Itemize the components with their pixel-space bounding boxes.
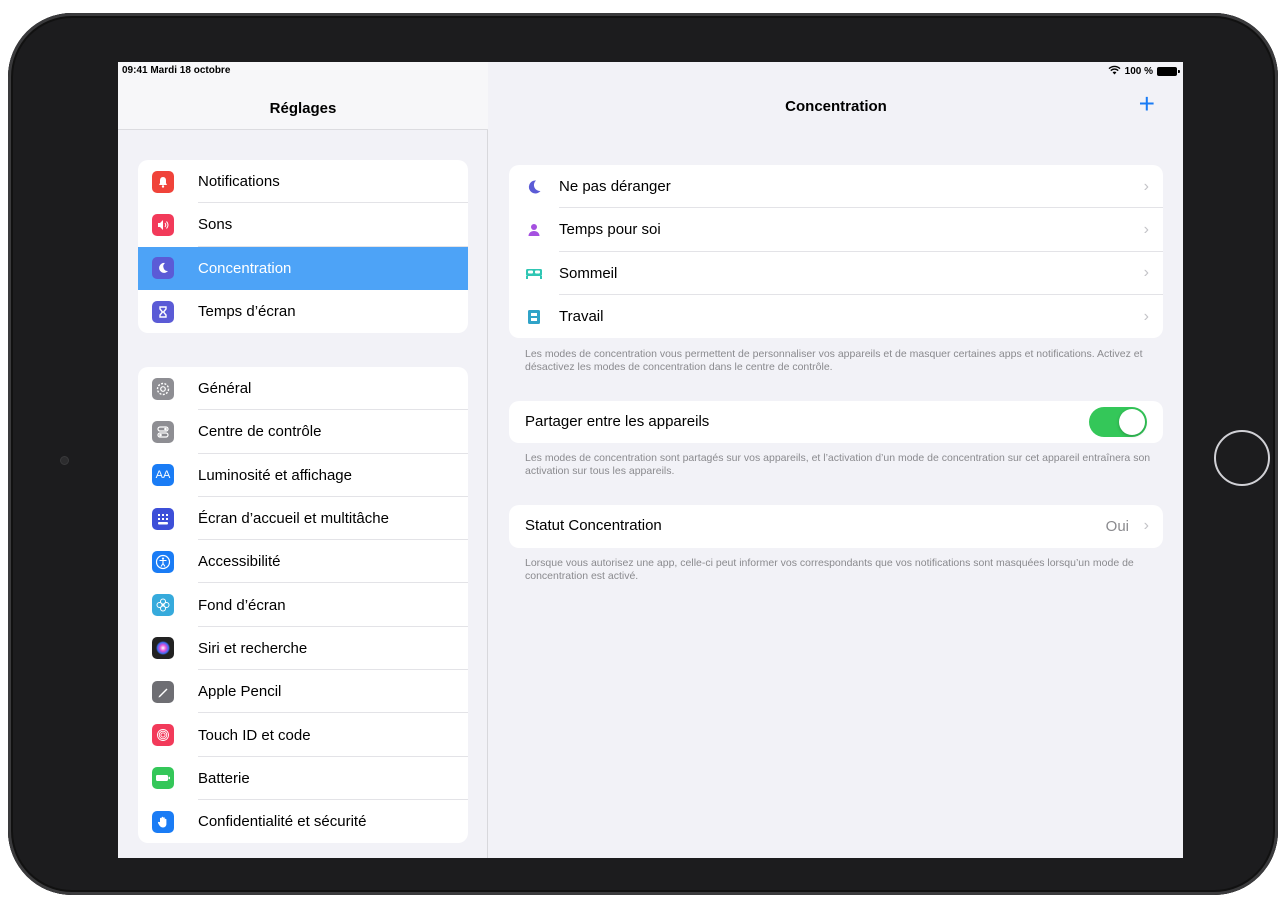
- chevron-right-icon: ›: [1143, 307, 1149, 325]
- share-across-devices-row: Partager entre les appareils: [509, 401, 1163, 443]
- gear-icon: [152, 377, 174, 400]
- toggle-knob: [1119, 409, 1145, 435]
- status-footnote: Lorsque vous autorisez une app, celle-ci…: [525, 557, 1134, 582]
- switches-icon: [152, 420, 174, 443]
- battery-setting-icon: [152, 767, 174, 790]
- sidebar-item-ecran-accueil[interactable]: Écran d’accueil et multitâche: [138, 497, 468, 541]
- page-title: Concentration: [785, 98, 887, 115]
- sidebar: 09:41 Mardi 18 octobre Réglages Notifica…: [118, 62, 488, 858]
- list-item-temps-pour-soi[interactable]: Temps pour soi ›: [509, 208, 1163, 252]
- status-right: 100 %: [1108, 65, 1180, 78]
- sidebar-item-label: Fond d’écran: [198, 596, 286, 614]
- person-icon: [525, 221, 543, 239]
- sidebar-item-accessibilite[interactable]: Accessibilité: [138, 540, 468, 584]
- sidebar-item-concentration[interactable]: Concentration: [138, 246, 468, 290]
- fingerprint-icon: [152, 724, 174, 747]
- home-grid-icon: [152, 507, 174, 530]
- sidebar-item-apple-pencil[interactable]: Apple Pencil: [138, 670, 468, 714]
- chevron-right-icon: ›: [1143, 264, 1149, 282]
- focus-modes-list: Ne pas déranger › Temps pour soi › Somme…: [509, 165, 1163, 339]
- sidebar-item-label: Général: [198, 380, 252, 398]
- chevron-right-icon: ›: [1143, 517, 1149, 534]
- main-panel: 100 % Concentration + Ne pas déranger › …: [489, 62, 1183, 858]
- sidebar-title: Réglages: [269, 100, 337, 117]
- share-label: Partager entre les appareils: [525, 413, 710, 430]
- moon-icon: [152, 257, 174, 280]
- share-toggle[interactable]: [1089, 407, 1147, 437]
- sidebar-group-2: Général Centre de contrôle AA Luminosité…: [138, 367, 468, 844]
- status-value: Oui: [1105, 518, 1129, 535]
- sidebar-item-label: Temps d’écran: [198, 303, 296, 321]
- sidebar-item-label: Notifications: [198, 173, 280, 191]
- chevron-right-icon: ›: [1143, 177, 1149, 195]
- sidebar-group-1: Notifications Sons Concentration Temps d…: [138, 160, 468, 334]
- sidebar-item-label: Concentration: [198, 259, 292, 277]
- sidebar-item-label: Sons: [198, 216, 233, 234]
- chevron-right-icon: ›: [1143, 220, 1149, 238]
- screen: 09:41 Mardi 18 octobre Réglages Notifica…: [118, 62, 1183, 858]
- moon-icon: [525, 178, 543, 196]
- sidebar-item-luminosite[interactable]: AA Luminosité et affichage: [138, 454, 468, 498]
- notifications-icon: [152, 170, 174, 193]
- sidebar-item-label: Accessibilité: [198, 553, 281, 571]
- text-size-icon: AA: [152, 464, 174, 487]
- list-item-sommeil[interactable]: Sommeil ›: [509, 252, 1163, 296]
- sidebar-item-label: Luminosité et affichage: [198, 466, 352, 484]
- battery-percent: 100 %: [1124, 66, 1153, 77]
- siri-icon: [152, 637, 174, 660]
- bed-icon: [525, 264, 543, 282]
- list-item-ne-pas-deranger[interactable]: Ne pas déranger ›: [509, 165, 1163, 209]
- focus-status-row[interactable]: Statut Concentration Oui ›: [509, 505, 1163, 548]
- sidebar-item-siri[interactable]: Siri et recherche: [138, 627, 468, 671]
- hand-icon: [152, 810, 174, 833]
- sidebar-item-confidentialite[interactable]: Confidentialité et sécurité: [138, 800, 468, 843]
- sidebar-item-fond-ecran[interactable]: Fond d’écran: [138, 583, 468, 628]
- sidebar-item-label: Confidentialité et sécurité: [198, 813, 367, 831]
- list-item-travail[interactable]: Travail ›: [509, 295, 1163, 338]
- sidebar-item-label: Batterie: [198, 769, 250, 787]
- home-button[interactable]: [1214, 430, 1270, 486]
- sidebar-item-label: Écran d’accueil et multitâche: [198, 510, 389, 528]
- sidebar-item-batterie[interactable]: Batterie: [138, 757, 468, 801]
- list-item-label: Sommeil: [559, 264, 618, 282]
- sidebar-item-notifications[interactable]: Notifications: [138, 160, 468, 204]
- pencil-icon: [152, 680, 174, 703]
- sidebar-item-centre-controle[interactable]: Centre de contrôle: [138, 410, 468, 454]
- share-footnote: Les modes de concentration sont partagés…: [525, 452, 1151, 477]
- add-button[interactable]: +: [1139, 90, 1155, 118]
- list-item-label: Temps pour soi: [559, 221, 661, 239]
- list-item-label: Ne pas déranger: [559, 178, 671, 196]
- sidebar-item-label: Siri et recherche: [198, 639, 308, 657]
- badge-icon: [525, 308, 543, 326]
- speaker-icon: [152, 213, 174, 236]
- sidebar-item-temps-ecran[interactable]: Temps d’écran: [138, 290, 468, 333]
- sidebar-item-label: Apple Pencil: [198, 683, 282, 701]
- list-item-label: Travail: [559, 308, 604, 326]
- modes-footnote: Les modes de concentration vous permette…: [525, 348, 1143, 373]
- flower-icon: [152, 594, 174, 617]
- sidebar-item-label: Centre de contrôle: [198, 423, 322, 441]
- camera: [60, 456, 69, 465]
- hourglass-icon: [152, 300, 174, 323]
- battery-icon: [1157, 67, 1180, 76]
- sidebar-item-label: Touch ID et code: [198, 726, 311, 744]
- status-label: Statut Concentration: [525, 517, 662, 534]
- accessibility-icon: [152, 550, 174, 573]
- sidebar-item-touch-id[interactable]: Touch ID et code: [138, 713, 468, 757]
- wifi-icon: [1108, 65, 1121, 78]
- sidebar-item-general[interactable]: Général: [138, 367, 468, 411]
- sidebar-header: 09:41 Mardi 18 octobre Réglages: [118, 62, 488, 130]
- sidebar-item-sons[interactable]: Sons: [138, 203, 468, 247]
- status-time-date: 09:41 Mardi 18 octobre: [122, 65, 231, 76]
